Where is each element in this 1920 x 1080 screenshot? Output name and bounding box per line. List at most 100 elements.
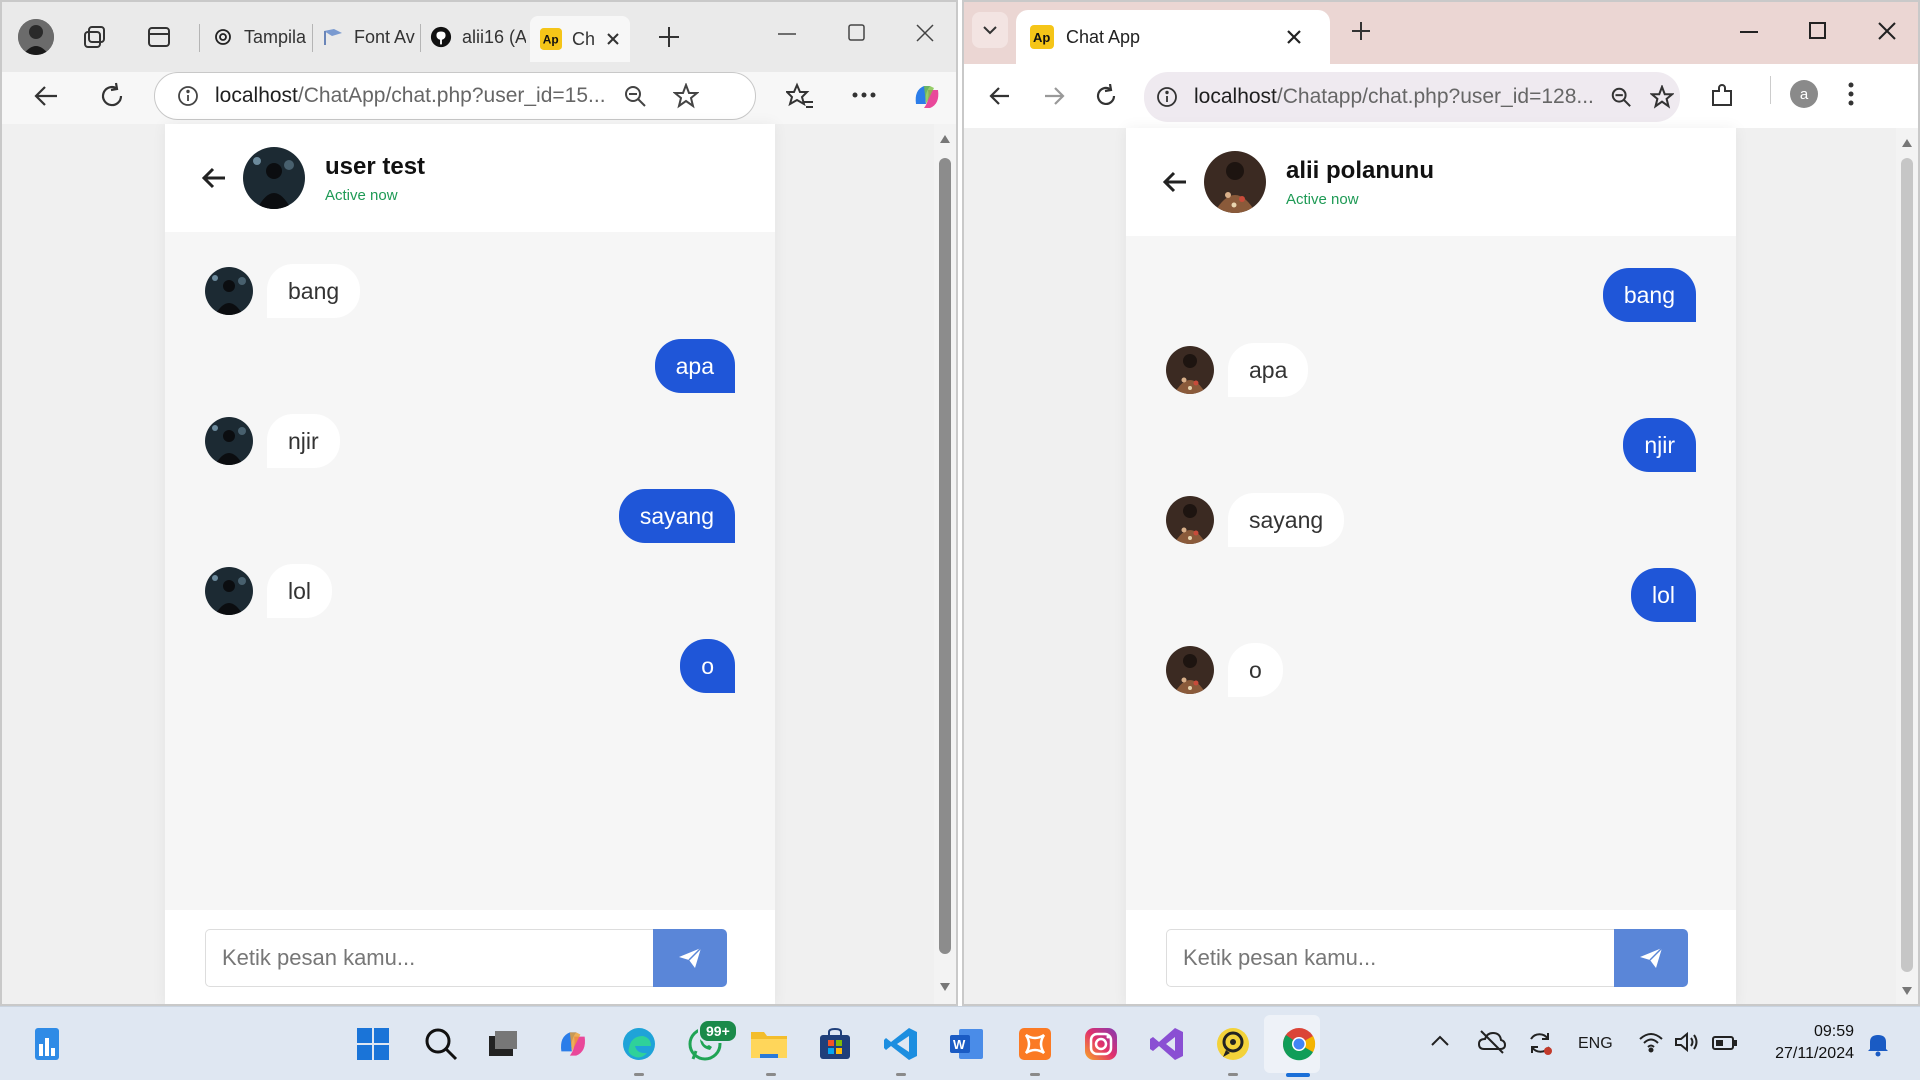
vertical-scrollbar[interactable] — [934, 124, 956, 1004]
favorite-star-icon[interactable] — [673, 83, 699, 109]
chat-wrapper: alii polanunu Active now bang apa njir saya… — [1126, 128, 1736, 1004]
message-input[interactable] — [205, 929, 653, 987]
more-options-icon[interactable] — [1848, 82, 1854, 106]
close-tab-icon[interactable] — [605, 31, 621, 47]
tab-chat-app[interactable]: Ap Chat App — [1016, 10, 1330, 64]
task-view-icon[interactable] — [482, 1023, 524, 1065]
send-button[interactable] — [653, 929, 727, 987]
chat-wrapper: user test Active now bang apa njir sayang lo… — [165, 124, 775, 1004]
back-arrow-icon[interactable] — [1162, 170, 1188, 194]
site-info-icon[interactable] — [177, 85, 199, 107]
clock[interactable]: 09:59 27/11/2024 — [1758, 1021, 1854, 1065]
profile-avatar[interactable]: a — [1790, 80, 1818, 108]
message-bubble: o — [680, 639, 735, 693]
favorites-icon[interactable] — [786, 82, 814, 110]
extensions-icon[interactable] — [1708, 82, 1736, 110]
window-close-icon[interactable] — [1878, 22, 1896, 40]
battery-icon[interactable] — [1712, 1035, 1738, 1051]
edge-tab-bar: Tampila Font Av alii16 (A Ap Ch — [2, 2, 956, 72]
back-arrow-icon[interactable] — [201, 166, 227, 190]
file-explorer-icon[interactable] — [748, 1023, 790, 1065]
scroll-up-icon[interactable] — [1901, 138, 1913, 148]
message-bubble: bang — [267, 264, 361, 318]
store-icon[interactable] — [814, 1023, 856, 1065]
tab-font-awesome[interactable]: Font Av — [322, 18, 418, 56]
more-options-icon[interactable] — [852, 92, 876, 98]
url-text[interactable]: localhost/ChatApp/chat.php?user_id=15... — [215, 84, 607, 108]
url-text[interactable]: localhost/Chatapp/chat.php?user_id=128..… — [1194, 85, 1596, 109]
widgets-icon[interactable] — [26, 1023, 68, 1065]
incoming-message: bang — [205, 264, 361, 318]
site-info-icon[interactable] — [1156, 86, 1178, 108]
page-viewport: alii polanunu Active now bang apa njir saya… — [964, 128, 1918, 1004]
volume-icon[interactable] — [1674, 1031, 1700, 1053]
address-bar[interactable]: localhost/Chatapp/chat.php?user_id=128..… — [1144, 72, 1680, 122]
copilot-icon[interactable] — [910, 80, 944, 114]
message-bubble: njir — [267, 414, 340, 468]
show-hidden-icons[interactable] — [1430, 1033, 1450, 1047]
send-button[interactable] — [1614, 929, 1688, 987]
zoom-icon[interactable] — [623, 84, 647, 108]
search-icon[interactable] — [420, 1023, 462, 1065]
back-icon[interactable] — [988, 84, 1012, 108]
zoom-icon[interactable] — [1610, 86, 1632, 108]
tab-actions-icon[interactable] — [146, 24, 172, 50]
address-bar[interactable]: localhost/ChatApp/chat.php?user_id=15... — [154, 72, 756, 120]
tab-search-icon[interactable] — [972, 12, 1008, 48]
ap-logo-icon: Ap — [540, 28, 562, 50]
workspaces-icon[interactable] — [82, 24, 108, 50]
language-indicator[interactable]: ENG — [1578, 1007, 1613, 1080]
maximize-icon[interactable] — [1809, 22, 1827, 40]
scroll-down-icon[interactable] — [1901, 986, 1913, 996]
back-icon[interactable] — [32, 82, 60, 110]
paper-plane-icon — [678, 947, 702, 969]
profile-avatar[interactable] — [18, 19, 54, 55]
forward-icon[interactable] — [1042, 84, 1066, 108]
message-bubble: lol — [267, 564, 333, 618]
scrollbar-thumb[interactable] — [939, 158, 951, 954]
reload-icon[interactable] — [98, 82, 126, 110]
avatar — [205, 417, 253, 465]
svg-text:Ap: Ap — [543, 33, 559, 47]
avatar — [1166, 346, 1214, 394]
copilot-icon[interactable] — [552, 1023, 594, 1065]
close-tab-icon[interactable] — [1286, 29, 1302, 45]
vertical-scrollbar[interactable] — [1896, 128, 1918, 1004]
notification-bell-icon[interactable] — [1866, 1031, 1890, 1057]
start-windows-icon[interactable] — [352, 1023, 394, 1065]
visual-studio-icon[interactable] — [1146, 1023, 1188, 1065]
message-input[interactable] — [1166, 929, 1614, 987]
onedrive-offline-icon[interactable] — [1478, 1029, 1506, 1055]
new-tab-icon[interactable] — [656, 24, 682, 50]
page-viewport: user test Active now bang apa njir sayang lo… — [2, 124, 956, 1004]
maximize-icon[interactable] — [848, 24, 866, 42]
reload-icon[interactable] — [1094, 84, 1118, 108]
avatar — [243, 147, 305, 209]
vscode-icon[interactable] — [880, 1023, 922, 1065]
active-status: Active now — [325, 186, 398, 204]
incoming-message: njir — [205, 414, 340, 468]
tab-tampila[interactable]: Tampila — [212, 18, 308, 56]
edge-icon[interactable] — [618, 1023, 660, 1065]
tab-chat-app-active[interactable]: Ap Ch — [530, 16, 630, 62]
lobe-chat-icon[interactable] — [1212, 1023, 1254, 1065]
instagram-icon[interactable] — [1080, 1023, 1122, 1065]
wifi-icon[interactable] — [1638, 1031, 1664, 1053]
word-icon[interactable]: W — [946, 1023, 988, 1065]
scroll-down-icon[interactable] — [939, 982, 951, 992]
new-tab-icon[interactable] — [1350, 20, 1372, 42]
chrome-toolbar: localhost/Chatapp/chat.php?user_id=128..… — [964, 64, 1918, 128]
sync-icon[interactable] — [1526, 1029, 1554, 1057]
xampp-icon[interactable] — [1014, 1023, 1056, 1065]
chrome-icon[interactable] — [1278, 1023, 1320, 1065]
chat-user-name: alii polanunu — [1286, 156, 1434, 184]
clock-date: 27/11/2024 — [1775, 1045, 1854, 1062]
scroll-up-icon[interactable] — [939, 134, 951, 144]
scrollbar-thumb[interactable] — [1901, 158, 1913, 972]
window-close-icon[interactable] — [916, 24, 934, 42]
minimize-icon[interactable] — [778, 32, 798, 36]
bookmark-star-icon[interactable] — [1650, 85, 1674, 109]
tab-github[interactable]: alii16 (A — [430, 18, 526, 56]
edge-toolbar: localhost/ChatApp/chat.php?user_id=15... — [2, 72, 956, 124]
minimize-icon[interactable] — [1740, 30, 1760, 34]
